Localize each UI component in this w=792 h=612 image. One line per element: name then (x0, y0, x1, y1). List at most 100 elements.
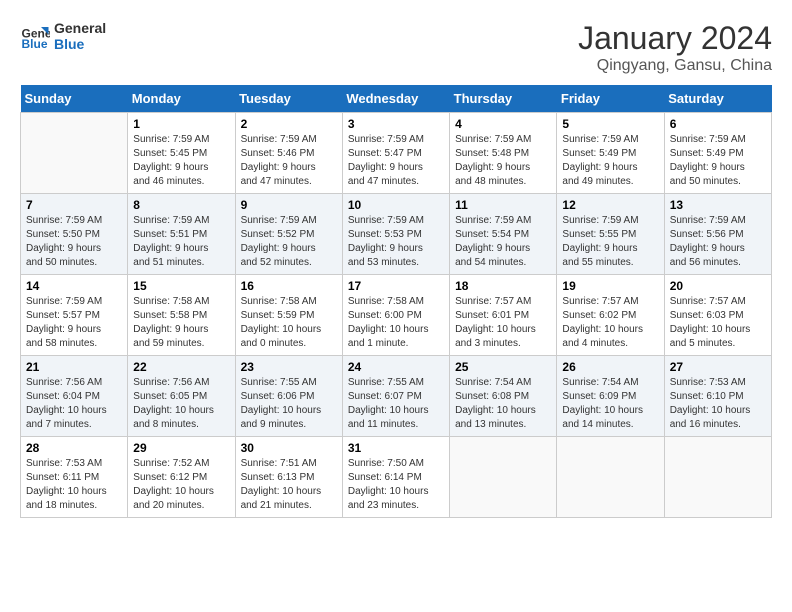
logo: General Blue General Blue (20, 20, 106, 52)
calendar-cell: 24Sunrise: 7:55 AM Sunset: 6:07 PM Dayli… (342, 356, 449, 437)
week-row-1: 7 Sunrise: 7:59 AM Sunset: 5:50 PM Daylig… (21, 194, 772, 275)
calendar-cell: 26 Sunrise: 7:54 AM Sunset: 6:09 PM Dayli… (557, 356, 664, 437)
day-number: 1 (133, 117, 229, 131)
calendar-subtitle: Qingyang, Gansu, China (578, 57, 772, 75)
day-number: 10 (348, 198, 444, 212)
calendar-cell: 29Sunrise: 7:52 AM Sunset: 6:12 PM Dayli… (128, 437, 235, 518)
day-number: 7 (26, 198, 122, 212)
calendar-cell (557, 437, 664, 518)
day-number: 28 (26, 441, 122, 455)
week-row-3: 21Sunrise: 7:56 AM Sunset: 6:04 PM Dayli… (21, 356, 772, 437)
calendar-cell: 5 Sunrise: 7:59 AM Sunset: 5:49 PM Daylig… (557, 113, 664, 194)
calendar-cell: 14 Sunrise: 7:59 AM Sunset: 5:57 PM Dayli… (21, 275, 128, 356)
day-number: 5 (562, 117, 658, 131)
day-info: Sunrise: 7:59 AM Sunset: 5:52 PM Dayligh… (241, 214, 337, 270)
day-info: Sunrise: 7:59 AM Sunset: 5:45 PM Dayligh… (133, 133, 229, 189)
day-number: 2 (241, 117, 337, 131)
calendar-cell: 15Sunrise: 7:58 AM Sunset: 5:58 PM Dayli… (128, 275, 235, 356)
day-number: 9 (241, 198, 337, 212)
calendar-cell (450, 437, 557, 518)
day-info: Sunrise: 7:59 AM Sunset: 5:49 PM Dayligh… (670, 133, 766, 189)
day-info: Sunrise: 7:59 AM Sunset: 5:51 PM Dayligh… (133, 214, 229, 270)
day-info: Sunrise: 7:57 AM Sunset: 6:01 PM Dayligh… (455, 295, 551, 351)
day-info: Sunrise: 7:59 AM Sunset: 5:47 PM Dayligh… (348, 133, 444, 189)
day-info: Sunrise: 7:57 AM Sunset: 6:03 PM Dayligh… (670, 295, 766, 351)
day-number: 26 (562, 360, 658, 374)
calendar-cell: 1 Sunrise: 7:59 AM Sunset: 5:45 PM Daylig… (128, 113, 235, 194)
day-info: Sunrise: 7:58 AM Sunset: 6:00 PM Dayligh… (348, 295, 444, 351)
day-info: Sunrise: 7:53 AM Sunset: 6:10 PM Dayligh… (670, 376, 766, 432)
day-number: 20 (670, 279, 766, 293)
calendar-cell: 4Sunrise: 7:59 AM Sunset: 5:48 PM Daylig… (450, 113, 557, 194)
calendar-cell: 16Sunrise: 7:58 AM Sunset: 5:59 PM Dayli… (235, 275, 342, 356)
day-info: Sunrise: 7:59 AM Sunset: 5:53 PM Dayligh… (348, 214, 444, 270)
day-info: Sunrise: 7:56 AM Sunset: 6:05 PM Dayligh… (133, 376, 229, 432)
day-number: 11 (455, 198, 551, 212)
day-info: Sunrise: 7:59 AM Sunset: 5:49 PM Dayligh… (562, 133, 658, 189)
calendar-cell: 11 Sunrise: 7:59 AM Sunset: 5:54 PM Dayli… (450, 194, 557, 275)
day-info: Sunrise: 7:55 AM Sunset: 6:06 PM Dayligh… (241, 376, 337, 432)
logo-blue: Blue (54, 36, 106, 52)
header-day-tuesday: Tuesday (235, 85, 342, 113)
day-info: Sunrise: 7:57 AM Sunset: 6:02 PM Dayligh… (562, 295, 658, 351)
day-info: Sunrise: 7:51 AM Sunset: 6:13 PM Dayligh… (241, 457, 337, 513)
day-number: 6 (670, 117, 766, 131)
header-row: SundayMondayTuesdayWednesdayThursdayFrid… (21, 85, 772, 113)
day-number: 18 (455, 279, 551, 293)
day-info: Sunrise: 7:53 AM Sunset: 6:11 PM Dayligh… (26, 457, 122, 513)
day-number: 31 (348, 441, 444, 455)
day-number: 24 (348, 360, 444, 374)
calendar-cell: 31 Sunrise: 7:50 AM Sunset: 6:14 PM Dayli… (342, 437, 449, 518)
week-row-0: 1 Sunrise: 7:59 AM Sunset: 5:45 PM Daylig… (21, 113, 772, 194)
header-day-thursday: Thursday (450, 85, 557, 113)
day-number: 8 (133, 198, 229, 212)
calendar-cell: 18 Sunrise: 7:57 AM Sunset: 6:01 PM Dayli… (450, 275, 557, 356)
day-number: 27 (670, 360, 766, 374)
day-info: Sunrise: 7:59 AM Sunset: 5:50 PM Dayligh… (26, 214, 122, 270)
calendar-cell: 17 Sunrise: 7:58 AM Sunset: 6:00 PM Dayli… (342, 275, 449, 356)
day-info: Sunrise: 7:54 AM Sunset: 6:08 PM Dayligh… (455, 376, 551, 432)
day-number: 13 (670, 198, 766, 212)
day-number: 14 (26, 279, 122, 293)
calendar-cell: 8 Sunrise: 7:59 AM Sunset: 5:51 PM Daylig… (128, 194, 235, 275)
day-number: 3 (348, 117, 444, 131)
header-day-wednesday: Wednesday (342, 85, 449, 113)
calendar-cell: 30Sunrise: 7:51 AM Sunset: 6:13 PM Dayli… (235, 437, 342, 518)
calendar-cell: 28 Sunrise: 7:53 AM Sunset: 6:11 PM Dayli… (21, 437, 128, 518)
calendar-cell: 3 Sunrise: 7:59 AM Sunset: 5:47 PM Daylig… (342, 113, 449, 194)
day-number: 23 (241, 360, 337, 374)
logo-general: General (54, 20, 106, 36)
day-number: 21 (26, 360, 122, 374)
calendar-cell: 9 Sunrise: 7:59 AM Sunset: 5:52 PM Daylig… (235, 194, 342, 275)
calendar-cell: 7 Sunrise: 7:59 AM Sunset: 5:50 PM Daylig… (21, 194, 128, 275)
calendar-cell: 13Sunrise: 7:59 AM Sunset: 5:56 PM Dayli… (664, 194, 771, 275)
calendar-cell (21, 113, 128, 194)
header-day-saturday: Saturday (664, 85, 771, 113)
day-info: Sunrise: 7:59 AM Sunset: 5:57 PM Dayligh… (26, 295, 122, 351)
week-row-2: 14 Sunrise: 7:59 AM Sunset: 5:57 PM Dayli… (21, 275, 772, 356)
calendar-cell: 27 Sunrise: 7:53 AM Sunset: 6:10 PM Dayli… (664, 356, 771, 437)
svg-text:Blue: Blue (22, 37, 48, 51)
calendar-cell: 25Sunrise: 7:54 AM Sunset: 6:08 PM Dayli… (450, 356, 557, 437)
day-number: 29 (133, 441, 229, 455)
calendar-cell: 23 Sunrise: 7:55 AM Sunset: 6:06 PM Dayli… (235, 356, 342, 437)
day-number: 19 (562, 279, 658, 293)
week-row-4: 28 Sunrise: 7:53 AM Sunset: 6:11 PM Dayli… (21, 437, 772, 518)
day-number: 22 (133, 360, 229, 374)
calendar-table: SundayMondayTuesdayWednesdayThursdayFrid… (20, 85, 772, 518)
calendar-cell: 12Sunrise: 7:59 AM Sunset: 5:55 PM Dayli… (557, 194, 664, 275)
day-info: Sunrise: 7:59 AM Sunset: 5:55 PM Dayligh… (562, 214, 658, 270)
day-info: Sunrise: 7:50 AM Sunset: 6:14 PM Dayligh… (348, 457, 444, 513)
calendar-cell: 6 Sunrise: 7:59 AM Sunset: 5:49 PM Daylig… (664, 113, 771, 194)
calendar-cell: 22 Sunrise: 7:56 AM Sunset: 6:05 PM Dayli… (128, 356, 235, 437)
day-info: Sunrise: 7:54 AM Sunset: 6:09 PM Dayligh… (562, 376, 658, 432)
day-info: Sunrise: 7:58 AM Sunset: 5:58 PM Dayligh… (133, 295, 229, 351)
day-number: 16 (241, 279, 337, 293)
calendar-cell: 20 Sunrise: 7:57 AM Sunset: 6:03 PM Dayli… (664, 275, 771, 356)
calendar-title: January 2024 (578, 20, 772, 57)
calendar-cell: 19 Sunrise: 7:57 AM Sunset: 6:02 PM Dayli… (557, 275, 664, 356)
day-number: 17 (348, 279, 444, 293)
day-info: Sunrise: 7:59 AM Sunset: 5:48 PM Dayligh… (455, 133, 551, 189)
calendar-cell (664, 437, 771, 518)
day-info: Sunrise: 7:59 AM Sunset: 5:54 PM Dayligh… (455, 214, 551, 270)
